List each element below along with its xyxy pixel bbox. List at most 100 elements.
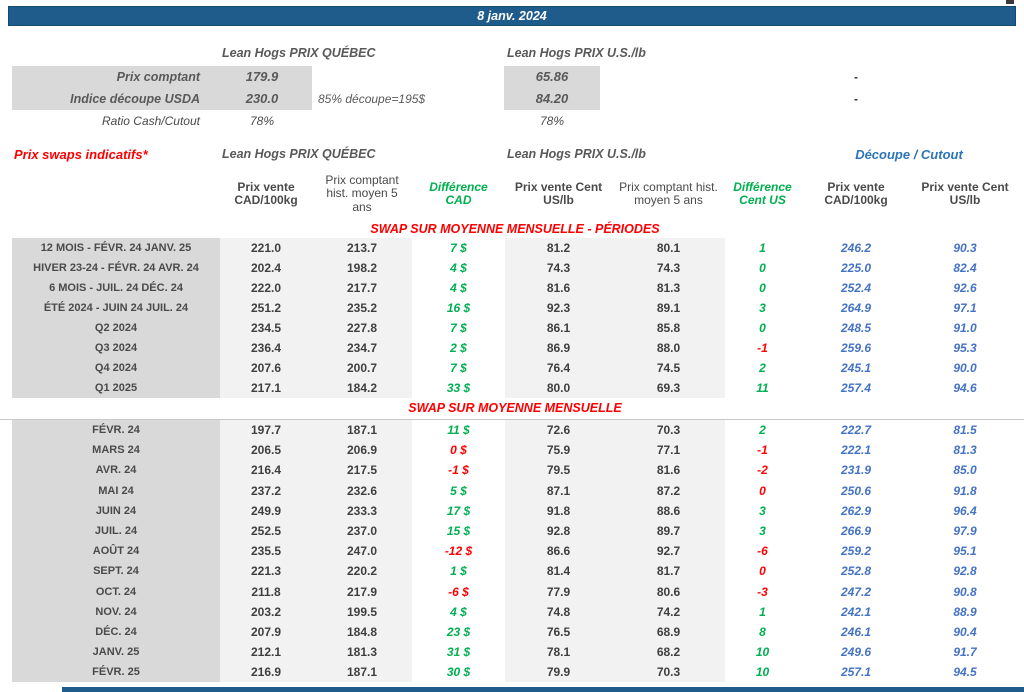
cell-cutout-cad: 249.6 — [800, 642, 912, 662]
cell-us-vente: 74.8 — [505, 602, 612, 622]
cell-cad-vente: 251.2 — [220, 298, 312, 318]
cell-cutout-us: 95.1 — [912, 541, 1018, 561]
cell-us-hist: 70.3 — [612, 420, 725, 440]
cell-cad-hist: 233.3 — [312, 501, 412, 521]
cell-diff-us: -1 — [725, 338, 800, 358]
row-period-label: AOÛT 24 — [12, 541, 220, 561]
cell-cutout-cad: 246.1 — [800, 622, 912, 642]
cell-us-hist: 92.7 — [612, 541, 725, 561]
cell-diff-us: 1 — [725, 602, 800, 622]
cell-cutout-us: 90.4 — [912, 622, 1018, 642]
cell-cutout-us: 85.0 — [912, 460, 1018, 480]
cell-diff-us: 1 — [725, 238, 800, 258]
cell-cad-hist: 235.2 — [312, 298, 412, 318]
cell-diff-us: 0 — [725, 318, 800, 338]
cell-diff-us: 0 — [725, 258, 800, 278]
cell-cad-hist: 184.8 — [312, 622, 412, 642]
spot-row-label: Ratio Cash/Cutout — [12, 110, 200, 132]
cell-diff-us: -2 — [725, 460, 800, 480]
table-row: Q3 2024236.4234.72 $86.988.0-1259.695.3 — [12, 338, 1018, 358]
cell-us-hist: 70.3 — [612, 662, 725, 682]
cell-diff-cad: 31 $ — [412, 642, 505, 662]
cell-us-hist: 74.2 — [612, 602, 725, 622]
cell-us-vente: 77.9 — [505, 582, 612, 602]
cell-cad-hist: 237.0 — [312, 521, 412, 541]
cell-diff-us: 0 — [725, 481, 800, 501]
cell-cad-vente: 234.5 — [220, 318, 312, 338]
column-header-spacer — [12, 170, 220, 218]
cell-us-hist: 81.6 — [612, 460, 725, 480]
spot-cad-value: 78% — [212, 110, 312, 132]
spot-extra-dash: - — [800, 88, 912, 110]
row-period-label: DÉC. 24 — [12, 622, 220, 642]
cell-diff-us: 3 — [725, 501, 800, 521]
cell-cad-vente: 221.3 — [220, 561, 312, 581]
row-period-label: HIVER 23-24 - FÉVR. 24 AVR. 24 — [12, 258, 220, 278]
table-row: OCT. 24211.8217.9-6 $77.980.6-3247.290.8 — [12, 582, 1018, 602]
cell-diff-cad: -12 $ — [412, 541, 505, 561]
cell-cutout-cad: 245.1 — [800, 358, 912, 378]
cell-diff-us: 0 — [725, 278, 800, 298]
column-header: Prix vente Cent US/lb — [912, 170, 1018, 218]
cell-diff-us: 11 — [725, 378, 800, 398]
cell-cutout-cad: 252.4 — [800, 278, 912, 298]
cell-cutout-us: 92.6 — [912, 278, 1018, 298]
pricing-sheet: 8 janv. 2024 Lean Hogs PRIX QUÉBEC Lean … — [0, 0, 1024, 692]
cell-cutout-us: 95.3 — [912, 338, 1018, 358]
cell-cad-hist: 187.1 — [312, 662, 412, 682]
table-row: FÉVR. 24197.7187.111 $72.670.32222.781.5 — [12, 420, 1018, 440]
column-header: Différence CAD — [412, 170, 505, 218]
cell-cad-vente: 237.2 — [220, 481, 312, 501]
cell-cutout-cad: 262.9 — [800, 501, 912, 521]
cell-cad-vente: 217.1 — [220, 378, 312, 398]
cell-diff-cad: 5 $ — [412, 481, 505, 501]
cell-cutout-us: 97.1 — [912, 298, 1018, 318]
cell-us-vente: 92.8 — [505, 521, 612, 541]
cell-diff-cad: 4 $ — [412, 278, 505, 298]
cell-us-hist: 77.1 — [612, 440, 725, 460]
row-period-label: FÉVR. 25 — [12, 662, 220, 682]
cell-cad-vente: 222.0 — [220, 278, 312, 298]
table-row: HIVER 23-24 - FÉVR. 24 AVR. 24202.4198.2… — [12, 258, 1018, 278]
spot-quebec-header: Lean Hogs PRIX QUÉBEC — [222, 46, 376, 60]
spot-us-value: 65.86 — [504, 66, 600, 88]
cell-cad-hist: 184.2 — [312, 378, 412, 398]
cell-us-hist: 74.5 — [612, 358, 725, 378]
table-row: DÉC. 24207.9184.823 $76.568.98246.190.4 — [12, 622, 1018, 642]
cell-cutout-cad: 246.2 — [800, 238, 912, 258]
cell-cad-hist: 217.7 — [312, 278, 412, 298]
cell-us-vente: 91.8 — [505, 501, 612, 521]
row-period-label: MAI 24 — [12, 481, 220, 501]
cell-cad-vente: 252.5 — [220, 521, 312, 541]
spot-cad-value: 230.0 — [212, 88, 312, 110]
cell-diff-cad: 2 $ — [412, 338, 505, 358]
cell-us-hist: 81.3 — [612, 278, 725, 298]
cell-us-hist: 88.0 — [612, 338, 725, 358]
cell-diff-cad: 0 $ — [412, 440, 505, 460]
table-row: JUIL. 24252.5237.015 $92.889.73266.997.9 — [12, 521, 1018, 541]
cell-us-vente: 86.1 — [505, 318, 612, 338]
table-row: AVR. 24216.4217.5-1 $79.581.6-2231.985.0 — [12, 460, 1018, 480]
cell-cutout-us: 82.4 — [912, 258, 1018, 278]
cell-us-hist: 74.3 — [612, 258, 725, 278]
row-period-label: ÉTÉ 2024 - JUIN 24 JUIL. 24 — [12, 298, 220, 318]
cell-us-vente: 76.4 — [505, 358, 612, 378]
table-row: MARS 24206.5206.90 $75.977.1-1222.181.3 — [12, 440, 1018, 460]
cell-us-vente: 75.9 — [505, 440, 612, 460]
cell-cad-vente: 216.9 — [220, 662, 312, 682]
table-row: NOV. 24203.2199.54 $74.874.21242.188.9 — [12, 602, 1018, 622]
cell-diff-cad: 7 $ — [412, 238, 505, 258]
cell-cutout-cad: 257.1 — [800, 662, 912, 682]
cell-cad-hist: 220.2 — [312, 561, 412, 581]
swaps-quebec-header: Lean Hogs PRIX QUÉBEC — [222, 147, 376, 161]
section-title: SWAP SUR MOYENNE MENSUELLE - PÉRIODES — [12, 220, 1018, 238]
cell-us-hist: 81.7 — [612, 561, 725, 581]
swaps-us-header: Lean Hogs PRIX U.S./lb — [507, 147, 646, 161]
cell-cutout-us: 91.7 — [912, 642, 1018, 662]
cell-cad-hist: 217.9 — [312, 582, 412, 602]
cell-us-hist: 68.2 — [612, 642, 725, 662]
table-row: MAI 24237.2232.65 $87.187.20250.691.8 — [12, 481, 1018, 501]
cell-diff-us: -6 — [725, 541, 800, 561]
table-row: Q1 2025217.1184.233 $80.069.311257.494.6 — [12, 378, 1018, 398]
cell-diff-us: 3 — [725, 298, 800, 318]
